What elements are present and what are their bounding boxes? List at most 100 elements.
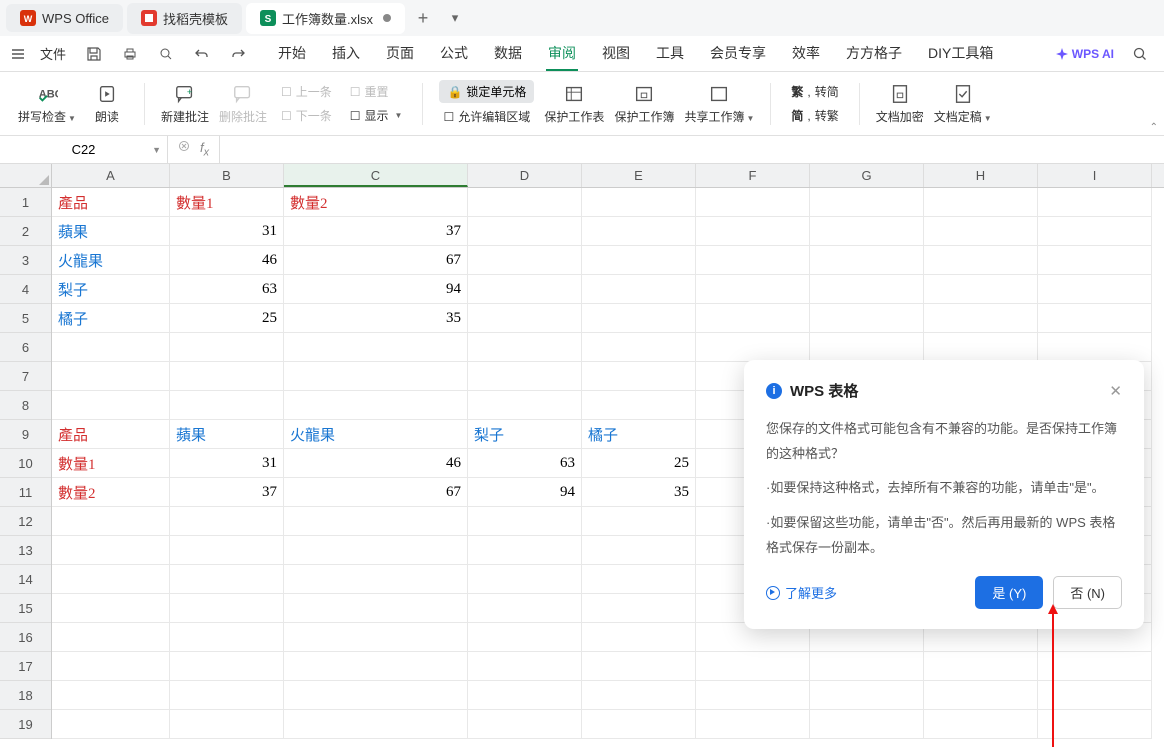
cell-G17[interactable] xyxy=(810,652,924,681)
cell-E3[interactable] xyxy=(582,246,696,275)
cell-B18[interactable] xyxy=(170,681,284,710)
no-button[interactable]: 否 (N) xyxy=(1053,576,1122,609)
tab-template[interactable]: 找稻壳模板 xyxy=(127,3,242,34)
cell-F6[interactable] xyxy=(696,333,810,362)
cell-F19[interactable] xyxy=(696,710,810,739)
cell-D9[interactable]: 梨子 xyxy=(468,420,582,449)
menu-tab-2[interactable]: 页面 xyxy=(384,37,416,71)
cell-E1[interactable] xyxy=(582,188,696,217)
cell-H17[interactable] xyxy=(924,652,1038,681)
row-header-13[interactable]: 13 xyxy=(0,536,51,565)
cell-A2[interactable]: 蘋果 xyxy=(52,217,170,246)
cell-C10[interactable]: 46 xyxy=(284,449,468,478)
menu-tab-1[interactable]: 插入 xyxy=(330,37,362,71)
cell-H1[interactable] xyxy=(924,188,1038,217)
cell-I1[interactable] xyxy=(1038,188,1152,217)
col-header-C[interactable]: C xyxy=(284,164,468,187)
cell-E18[interactable] xyxy=(582,681,696,710)
cell-F3[interactable] xyxy=(696,246,810,275)
menu-tab-9[interactable]: 效率 xyxy=(790,37,822,71)
cell-D3[interactable] xyxy=(468,246,582,275)
tab-workbook[interactable]: S 工作簿数量.xlsx xyxy=(246,3,405,34)
cell-D4[interactable] xyxy=(468,275,582,304)
cell-A16[interactable] xyxy=(52,623,170,652)
cell-C6[interactable] xyxy=(284,333,468,362)
tab-wps-office[interactable]: W WPS Office xyxy=(6,4,123,32)
col-header-G[interactable]: G xyxy=(810,164,924,187)
cell-G5[interactable] xyxy=(810,304,924,333)
menu-tab-11[interactable]: DIY工具箱 xyxy=(926,37,995,71)
cell-A8[interactable] xyxy=(52,391,170,420)
cell-B14[interactable] xyxy=(170,565,284,594)
cell-C1[interactable]: 數量2 xyxy=(284,188,468,217)
row-header-2[interactable]: 2 xyxy=(0,217,51,246)
search-icon[interactable] xyxy=(1126,40,1154,68)
cell-A11[interactable]: 數量2 xyxy=(52,478,170,507)
protect-book-button[interactable]: 保护工作簿 xyxy=(614,83,674,125)
cell-D13[interactable] xyxy=(468,536,582,565)
name-box-dropdown-icon[interactable]: ▼ xyxy=(152,145,161,155)
cancel-formula-icon[interactable] xyxy=(178,140,192,159)
name-box[interactable]: ▼ xyxy=(0,136,168,163)
menu-tab-7[interactable]: 工具 xyxy=(654,37,686,71)
learn-more-link[interactable]: 了解更多 xyxy=(766,583,837,602)
cell-B15[interactable] xyxy=(170,594,284,623)
cell-G3[interactable] xyxy=(810,246,924,275)
cell-C16[interactable] xyxy=(284,623,468,652)
dialog-close-button[interactable]: ✕ xyxy=(1109,382,1122,400)
cell-G6[interactable] xyxy=(810,333,924,362)
cell-C9[interactable]: 火龍果 xyxy=(284,420,468,449)
menu-tab-0[interactable]: 开始 xyxy=(276,37,308,71)
row-header-19[interactable]: 19 xyxy=(0,710,51,739)
print-icon[interactable] xyxy=(116,40,144,68)
cell-D11[interactable]: 94 xyxy=(468,478,582,507)
cell-E17[interactable] xyxy=(582,652,696,681)
cell-C14[interactable] xyxy=(284,565,468,594)
row-header-15[interactable]: 15 xyxy=(0,594,51,623)
cell-E6[interactable] xyxy=(582,333,696,362)
cell-E16[interactable] xyxy=(582,623,696,652)
cell-E10[interactable]: 25 xyxy=(582,449,696,478)
cell-C18[interactable] xyxy=(284,681,468,710)
tab-menu-button[interactable]: ▾ xyxy=(441,4,469,32)
finalize-button[interactable]: 文档定稿▼ xyxy=(934,83,992,125)
cell-A6[interactable] xyxy=(52,333,170,362)
cell-F2[interactable] xyxy=(696,217,810,246)
wps-ai-button[interactable]: WPS AI xyxy=(1056,47,1114,61)
row-header-10[interactable]: 10 xyxy=(0,449,51,478)
cell-E12[interactable] xyxy=(582,507,696,536)
cell-I18[interactable] xyxy=(1038,681,1152,710)
col-header-A[interactable]: A xyxy=(52,164,170,187)
cell-G4[interactable] xyxy=(810,275,924,304)
save-icon[interactable] xyxy=(80,40,108,68)
cell-E2[interactable] xyxy=(582,217,696,246)
cell-B17[interactable] xyxy=(170,652,284,681)
formula-input[interactable] xyxy=(228,142,1156,157)
cell-D2[interactable] xyxy=(468,217,582,246)
cell-H4[interactable] xyxy=(924,275,1038,304)
cell-F18[interactable] xyxy=(696,681,810,710)
cell-E14[interactable] xyxy=(582,565,696,594)
cell-G19[interactable] xyxy=(810,710,924,739)
add-tab-button[interactable]: + xyxy=(409,4,437,32)
row-header-6[interactable]: 6 xyxy=(0,333,51,362)
cell-I6[interactable] xyxy=(1038,333,1152,362)
row-header-1[interactable]: 1 xyxy=(0,188,51,217)
cell-E13[interactable] xyxy=(582,536,696,565)
cell-A4[interactable]: 梨子 xyxy=(52,275,170,304)
cell-H5[interactable] xyxy=(924,304,1038,333)
cell-B5[interactable]: 25 xyxy=(170,304,284,333)
hamburger-icon[interactable] xyxy=(10,46,26,62)
cell-B12[interactable] xyxy=(170,507,284,536)
cell-E5[interactable] xyxy=(582,304,696,333)
cell-C7[interactable] xyxy=(284,362,468,391)
cell-C4[interactable]: 94 xyxy=(284,275,468,304)
col-header-D[interactable]: D xyxy=(468,164,582,187)
select-all-corner[interactable] xyxy=(0,164,52,188)
col-header-F[interactable]: F xyxy=(696,164,810,187)
cell-C5[interactable]: 35 xyxy=(284,304,468,333)
cell-E11[interactable]: 35 xyxy=(582,478,696,507)
cell-B13[interactable] xyxy=(170,536,284,565)
cell-B9[interactable]: 蘋果 xyxy=(170,420,284,449)
cell-D10[interactable]: 63 xyxy=(468,449,582,478)
